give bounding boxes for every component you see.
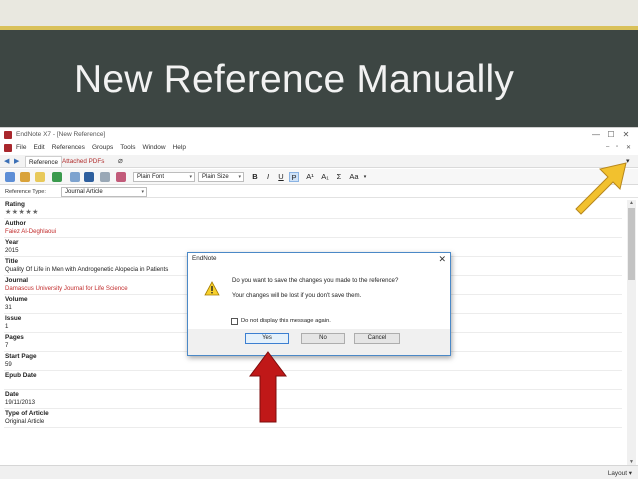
symbol-button[interactable]: Σ [334, 172, 344, 182]
font-dropdown-value: Plain Font [137, 174, 165, 180]
tab-reference[interactable]: Reference [25, 156, 63, 167]
save-changes-dialog: EndNote ✕ Do you want to save the change… [187, 252, 451, 356]
window-titlebar: EndNote X7 - [New Reference] — ☐ ✕ [0, 128, 638, 142]
superscript-button[interactable]: A¹ [305, 172, 315, 182]
insert-figure-icon[interactable] [100, 172, 110, 182]
menu-help[interactable]: Help [173, 144, 186, 151]
chevron-down-icon: ▾ [238, 174, 241, 180]
menu-edit[interactable]: Edit [33, 144, 44, 151]
rating-stars[interactable]: ★★★★★ [5, 209, 39, 216]
mdi-restore-button[interactable]: ▫ [616, 144, 618, 150]
globe-icon[interactable] [5, 172, 15, 182]
dont-show-again-label: Do not display this message again. [241, 318, 331, 324]
chevron-down-icon: ▾ [189, 174, 192, 180]
slide-title: New Reference Manually [74, 58, 515, 101]
folder-icon[interactable] [35, 172, 45, 182]
field-label: Epub Date [5, 372, 37, 379]
field-rating: Rating ★★★★★ [4, 200, 622, 219]
size-dropdown-value: Plain Size [202, 174, 229, 180]
reference-type-row: Reference Type: Journal Article ▾ [0, 186, 638, 198]
red-callout-arrow-icon [249, 351, 287, 423]
menu-file[interactable]: File [16, 144, 26, 151]
plain-text-button[interactable]: P [289, 172, 299, 182]
field-label: Date [5, 391, 19, 398]
reference-type-dropdown[interactable]: Journal Article ▾ [61, 187, 147, 197]
field-type-of-article: Type of Article Original Article [4, 409, 622, 428]
paperclip-icon[interactable]: ⌀ [118, 156, 123, 165]
subscript-button[interactable]: A₁ [320, 172, 330, 182]
slide-top-band [0, 0, 638, 26]
epub-date-value[interactable] [5, 380, 622, 388]
dialog-button-bar: Yes No Cancel [188, 329, 450, 355]
no-button[interactable]: No [301, 333, 345, 344]
formatting-toolbar: Plain Font ▾ Plain Size ▾ B I U P A¹ A₁ … [0, 169, 638, 185]
cancel-button[interactable]: Cancel [354, 333, 400, 344]
mdi-minimize-button[interactable]: – [606, 144, 609, 150]
open-folder-icon[interactable] [20, 172, 30, 182]
underline-button[interactable]: U [276, 172, 286, 182]
menu-window[interactable]: Window [142, 144, 165, 151]
field-label: Year [5, 239, 19, 246]
field-date: Date 19/11/2013 [4, 390, 622, 409]
field-author: Author Faiez Al-Deghlaoui [4, 219, 622, 238]
vertical-scrollbar[interactable]: ▲ ▼ [627, 200, 636, 465]
status-bar: Layout ▾ [0, 465, 638, 479]
dialog-title: EndNote [192, 255, 217, 262]
layout-button[interactable]: Layout ▾ [608, 469, 632, 477]
change-case-button[interactable]: Aa [347, 172, 361, 182]
yes-button[interactable]: Yes [245, 333, 289, 344]
field-label: Rating [5, 201, 25, 208]
size-dropdown[interactable]: Plain Size ▾ [198, 172, 244, 182]
yellow-callout-arrow-icon [575, 162, 627, 215]
menu-references[interactable]: References [52, 144, 85, 151]
endnote-app-icon [4, 131, 12, 139]
maximize-button[interactable]: ☐ [605, 130, 617, 140]
window-title: EndNote X7 - [New Reference] [16, 131, 106, 138]
dialog-close-icon[interactable]: ✕ [438, 253, 446, 265]
menu-groups[interactable]: Groups [92, 144, 113, 151]
tab-attached-pdfs[interactable]: Attached PDFs [59, 156, 107, 167]
dialog-titlebar: EndNote ✕ [188, 253, 450, 265]
check-icon[interactable] [52, 172, 62, 182]
dialog-message: Do you want to save the changes you made… [232, 277, 399, 284]
warning-icon [204, 281, 220, 296]
start-page-value[interactable]: 59 [5, 361, 622, 369]
author-value[interactable]: Faiez Al-Deghlaoui [5, 228, 622, 236]
chevron-down-icon: ▾ [141, 189, 144, 195]
date-value[interactable]: 19/11/2013 [5, 399, 622, 407]
dialog-detail: Your changes will be lost if you don't s… [232, 292, 362, 299]
font-dropdown[interactable]: Plain Font ▾ [133, 172, 195, 182]
field-epub-date: Epub Date [4, 371, 622, 390]
bold-button[interactable]: B [250, 172, 260, 182]
back-arrow-icon[interactable]: ◀ [4, 157, 9, 165]
close-window-button[interactable]: ✕ [620, 130, 632, 140]
dont-show-again-checkbox[interactable] [231, 318, 238, 325]
document-icon [4, 144, 12, 152]
reference-type-label: Reference Type: [5, 189, 46, 195]
reference-tab-bar: ◀ ▶ Reference Attached PDFs ⌀ ▾ [0, 155, 638, 168]
field-label: Author [5, 220, 26, 227]
minimize-button[interactable]: — [590, 130, 602, 140]
insert-citation-icon[interactable] [116, 172, 126, 182]
menu-tools[interactable]: Tools [120, 144, 135, 151]
menu-bar: File Edit References Groups Tools Window… [0, 142, 638, 154]
type-of-article-value[interactable]: Original Article [5, 418, 622, 426]
reference-type-value: Journal Article [65, 189, 103, 195]
mdi-close-button[interactable]: ✕ [626, 144, 631, 151]
field-label: Type of Article [5, 410, 49, 417]
layout-label: Layout [607, 470, 628, 477]
italic-button[interactable]: I [263, 172, 273, 182]
slide-accent-stripe [0, 26, 638, 30]
link-icon[interactable] [70, 172, 80, 182]
chevron-down-icon[interactable]: ▾ [360, 172, 370, 182]
forward-arrow-icon[interactable]: ▶ [14, 157, 19, 165]
sort-icon[interactable] [84, 172, 94, 182]
